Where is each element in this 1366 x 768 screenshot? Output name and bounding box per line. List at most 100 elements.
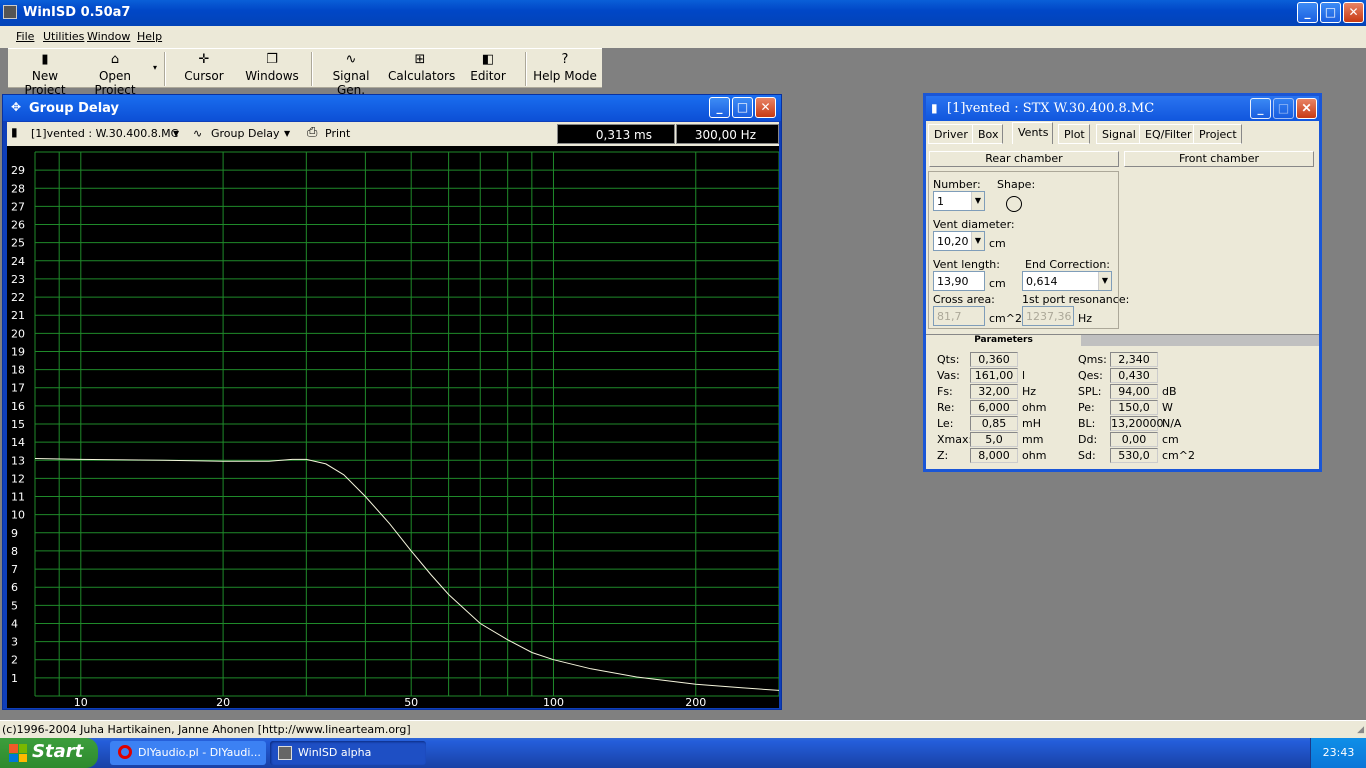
param-left-name: Z: — [937, 449, 949, 462]
param-right-unit: cm — [1162, 433, 1179, 446]
end-correction-value: 0,614 — [1026, 275, 1058, 288]
param-right-name: Qes: — [1078, 369, 1103, 382]
port-resonance-unit: Hz — [1078, 312, 1093, 325]
signal-generator-button[interactable]: ∿ Signal Gen. — [318, 49, 384, 97]
end-correction-select[interactable]: 0,614 ▼ — [1022, 271, 1112, 291]
parameters-header: Parameters — [926, 335, 1081, 346]
menu-window[interactable]: Window — [87, 30, 130, 43]
front-chamber-button[interactable]: Front chamber — [1124, 151, 1314, 167]
param-left-value: 32,00 — [970, 384, 1018, 399]
tab-driver[interactable]: Driver — [928, 124, 973, 144]
plot-select[interactable]: Group Delay — [211, 127, 280, 140]
chevron-down-icon[interactable]: ▼ — [1098, 272, 1111, 290]
menu-file[interactable]: File — [16, 30, 34, 43]
task-diyaudio[interactable]: DIYaudio.pl - DIYaudi... — [110, 741, 266, 765]
open-project-button[interactable]: ⌂ Open Project — [80, 49, 150, 97]
minimize-icon[interactable]: _ — [709, 97, 730, 118]
param-right-value: 94,00 — [1110, 384, 1158, 399]
start-button[interactable]: Start — [0, 738, 98, 768]
cross-area-label: Cross area: — [933, 293, 995, 306]
calculators-icon: ⊞ — [414, 52, 426, 67]
param-right-value: 0,430 — [1110, 368, 1158, 383]
param-right-unit: dB — [1162, 385, 1177, 398]
readout-hz: 300,00 Hz — [676, 124, 779, 144]
toolbar-separator — [164, 52, 166, 86]
minimize-icon[interactable]: _ — [1250, 98, 1271, 119]
group-delay-curve — [34, 458, 780, 691]
tab-vents[interactable]: Vents — [1012, 122, 1054, 144]
start-label: Start — [32, 741, 84, 762]
chevron-down-icon[interactable]: ▼ — [971, 192, 984, 210]
param-right-name: SPL: — [1078, 385, 1102, 398]
menu-help[interactable]: Help — [137, 30, 162, 43]
new-project-button[interactable]: ▮ New Project — [12, 49, 78, 97]
param-left-value: 8,000 — [970, 448, 1018, 463]
resize-grip-icon[interactable]: ◢ — [1357, 725, 1364, 735]
round-shape-icon[interactable] — [1006, 196, 1022, 212]
group-delay-title-bar: ✥ Group Delay _ □ ✕ — [3, 95, 781, 121]
param-right-unit: N/A — [1162, 417, 1182, 430]
task-winisd[interactable]: WinISD alpha — [270, 741, 426, 765]
vent-length-input[interactable]: 13,90 — [933, 271, 985, 291]
help-mode-label: Help Mode — [533, 69, 597, 83]
task-winisd-label: WinISD alpha — [298, 746, 372, 759]
rear-chamber-button[interactable]: Rear chamber — [929, 151, 1119, 167]
maximize-icon[interactable]: □ — [1320, 2, 1341, 23]
maximize-icon[interactable]: □ — [732, 97, 753, 118]
group-delay-chart[interactable]: 1234567891011121314151617181920212223242… — [7, 146, 780, 709]
help-mode-button[interactable]: ? Help Mode — [532, 49, 598, 89]
calculators-button[interactable]: ⊞ Calculators — [388, 49, 455, 89]
param-right-value: 0,00 — [1110, 432, 1158, 447]
y-tick-label: 26 — [11, 219, 25, 232]
param-left-value: 5,0 — [970, 432, 1018, 447]
param-left-name: Le: — [937, 417, 954, 430]
close-icon[interactable]: ✕ — [1296, 98, 1317, 119]
group-delay-icon: ∿ — [193, 127, 203, 140]
chevron-down-icon[interactable]: ▼ — [173, 129, 179, 138]
cursor-button[interactable]: ✛ Cursor — [176, 49, 232, 89]
x-tick-label: 200 — [685, 696, 706, 708]
group-delay-plot[interactable]: 1 2 3 4 5 6 7 8 9 10 11 12 13 14 15 16 17 18 19 20 21 22 23 24 2… — [7, 146, 780, 709]
number-select[interactable]: 1 ▼ — [933, 191, 985, 211]
tab-signal[interactable]: Signal — [1096, 124, 1141, 144]
project-select[interactable]: [1]vented : W.30.400.8.MC — [31, 127, 178, 140]
y-tick-label: 17 — [11, 382, 25, 395]
port-resonance-label: 1st port resonance: — [1022, 293, 1130, 306]
print-button[interactable]: Print — [325, 127, 350, 140]
param-right-unit: W — [1162, 401, 1173, 414]
editor-button[interactable]: ◧ Editor — [460, 49, 516, 89]
move-icon[interactable]: ✥ — [11, 100, 21, 114]
chevron-down-icon[interactable]: ▼ — [284, 129, 290, 138]
windows-button[interactable]: ❐ Windows — [244, 49, 300, 89]
y-tick-label: 21 — [11, 309, 25, 322]
tab-project[interactable]: Project — [1193, 124, 1242, 144]
x-tick-label: 100 — [543, 696, 564, 708]
chevron-down-icon[interactable]: ▼ — [971, 232, 984, 250]
tab-box[interactable]: Box — [972, 124, 1004, 144]
signal-generator-label: Signal Gen. — [332, 69, 370, 97]
shape-label: Shape: — [997, 178, 1036, 191]
tab-plot[interactable]: Plot — [1058, 124, 1090, 144]
editor-icon: ◧ — [481, 52, 495, 67]
vent-diameter-select[interactable]: 10,20 ▼ — [933, 231, 985, 251]
y-tick-label: 11 — [11, 491, 25, 504]
param-right-name: BL: — [1078, 417, 1096, 430]
close-icon[interactable]: ✕ — [1343, 2, 1364, 23]
close-icon[interactable]: ✕ — [755, 97, 776, 118]
tab-eq-filter[interactable]: EQ/Filter — [1139, 124, 1197, 144]
param-left-name: Fs: — [937, 385, 953, 398]
clock[interactable]: 23:43 — [1323, 746, 1355, 759]
windows-icon: ❐ — [266, 52, 278, 67]
y-tick-label: 25 — [11, 237, 25, 250]
param-left-value: 6,000 — [970, 400, 1018, 415]
param-left-name: Vas: — [937, 369, 960, 382]
vent-diameter-unit: cm — [989, 237, 1006, 250]
param-left-unit: l — [1022, 369, 1026, 382]
y-tick-label: 3 — [11, 636, 18, 649]
menu-utilities[interactable]: Utilities — [43, 30, 84, 43]
app-title-bar: WinISD 0.50a7 _ □ ✕ — [0, 0, 1366, 26]
y-tick-label: 2 — [11, 654, 18, 667]
minimize-icon[interactable]: _ — [1297, 2, 1318, 23]
winisd-icon — [278, 746, 292, 760]
y-tick-label: 9 — [11, 527, 18, 540]
